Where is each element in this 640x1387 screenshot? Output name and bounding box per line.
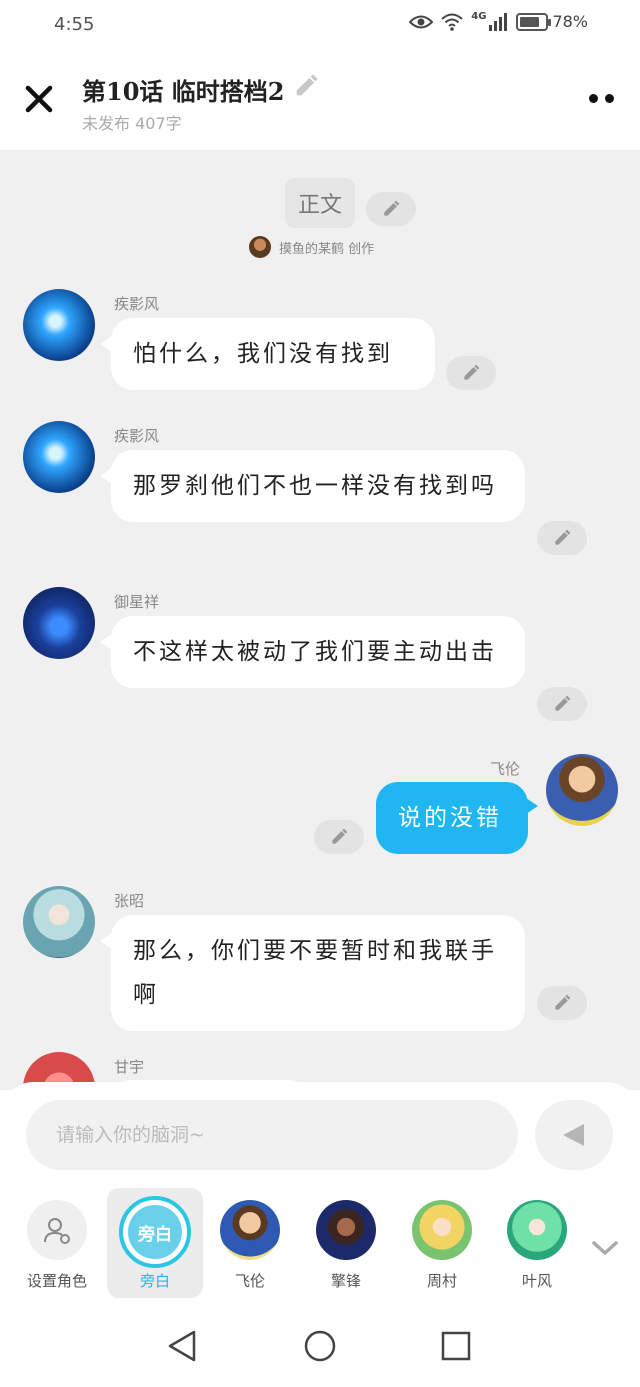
recent-apps-icon[interactable]: [434, 1324, 478, 1368]
speaker-name: 疾影风: [114, 427, 160, 445]
pencil-icon: [555, 994, 571, 1010]
message-bubble[interactable]: 说的没错: [376, 782, 528, 854]
avatar[interactable]: [23, 421, 95, 493]
chat-area[interactable]: 正文 摸鱼的某鹤 创作 疾影风 怕什么，我们没有找到 疾影风 那罗刹他们不也一样…: [0, 150, 640, 1090]
battery-fill: [520, 16, 540, 27]
bubble-tail: [526, 798, 538, 814]
edit-message-button[interactable]: [314, 820, 364, 854]
speaker-name: 疾影风: [114, 295, 160, 313]
status-icons: 4G 78%: [409, 11, 588, 31]
more-dot-icon: [605, 94, 614, 103]
battery-indicator: 78%: [516, 12, 588, 31]
message-input[interactable]: [26, 1100, 518, 1170]
author-avatar: [249, 236, 271, 258]
status-bar: 4:55 4G 78%: [0, 0, 640, 50]
role-label: 飞伦: [234, 1272, 265, 1290]
signal-icon: [489, 12, 508, 31]
avatar[interactable]: [23, 289, 95, 361]
role-avatar: [316, 1200, 376, 1260]
role-label: 周村: [426, 1272, 457, 1290]
pencil-icon: [464, 364, 480, 380]
send-button[interactable]: [535, 1100, 613, 1170]
add-role-icon: [27, 1200, 87, 1260]
author-credit: 摸鱼的某鹤 创作: [249, 236, 374, 258]
role-avatar: [507, 1200, 567, 1260]
edit-message-button[interactable]: [537, 687, 587, 721]
network-label: 4G: [471, 11, 487, 22]
edit-title-icon[interactable]: [292, 72, 320, 100]
role-qingfeng[interactable]: 擎锋: [301, 1188, 391, 1298]
close-icon[interactable]: [22, 82, 56, 116]
send-icon: [563, 1124, 584, 1146]
battery-percent: 78%: [552, 12, 588, 31]
role-avatar: [412, 1200, 472, 1260]
edit-message-button[interactable]: [537, 986, 587, 1020]
role-zhoucun[interactable]: 周村: [397, 1188, 487, 1298]
edit-message-button[interactable]: [537, 521, 587, 555]
pencil-icon: [332, 828, 348, 844]
back-icon[interactable]: [160, 1324, 204, 1368]
role-label: 擎锋: [330, 1272, 361, 1290]
status-time: 4:55: [54, 14, 95, 35]
message-bubble[interactable]: 那么，你们要不要暂时和我联手啊: [111, 915, 525, 1031]
avatar[interactable]: [23, 587, 95, 659]
pencil-icon: [555, 529, 571, 545]
avatar[interactable]: [23, 886, 95, 958]
header: 第10话 临时搭档2 未发布 407字: [0, 50, 640, 150]
narrator-badge: 旁白: [128, 1205, 182, 1259]
edit-section-button[interactable]: [366, 192, 416, 226]
more-dot-icon: [589, 94, 598, 103]
home-icon[interactable]: [298, 1324, 342, 1368]
role-label: 叶风: [521, 1272, 552, 1290]
pencil-icon: [555, 695, 571, 711]
eye-icon: [409, 15, 434, 28]
role-yefeng[interactable]: 叶风: [492, 1188, 582, 1298]
system-nav-bar: [0, 1310, 640, 1387]
message-bubble[interactable]: 不这样太被动了我们要主动出击: [111, 616, 525, 688]
role-set-roles[interactable]: 设置角色: [12, 1188, 102, 1298]
speaker-name: 御星祥: [114, 593, 160, 611]
speaker-name: 甘宇: [114, 1058, 145, 1076]
wifi-icon: [441, 13, 463, 31]
message-bubble[interactable]: 那罗刹他们不也一样没有找到吗: [111, 450, 525, 522]
narrator-avatar: 旁白: [119, 1196, 191, 1268]
role-avatar: [220, 1200, 280, 1260]
section-label[interactable]: 正文: [285, 178, 355, 228]
message-bubble[interactable]: 怕什么，我们没有找到: [111, 318, 435, 390]
word-count-status: 未发布 407字: [82, 114, 182, 133]
role-feilun[interactable]: 飞伦: [205, 1188, 295, 1298]
avatar[interactable]: [546, 754, 618, 826]
more-options-button[interactable]: [589, 94, 614, 103]
role-narrator[interactable]: 旁白 旁白: [107, 1188, 203, 1298]
speaker-name: 张昭: [114, 892, 145, 910]
battery-icon: [516, 12, 552, 31]
chapter-title: 第10话 临时搭档2: [82, 77, 285, 106]
author-credit-text: 摸鱼的某鹤 创作: [279, 241, 375, 257]
speaker-name: 飞伦: [490, 760, 521, 778]
role-label: 设置角色: [26, 1272, 87, 1290]
role-selector: 设置角色 旁白 旁白 飞伦 擎锋 周村 叶风: [0, 1188, 640, 1298]
pencil-icon: [384, 200, 400, 216]
edit-message-button[interactable]: [446, 356, 496, 390]
chevron-down-icon[interactable]: [590, 1238, 620, 1258]
role-label: 旁白: [139, 1272, 170, 1290]
